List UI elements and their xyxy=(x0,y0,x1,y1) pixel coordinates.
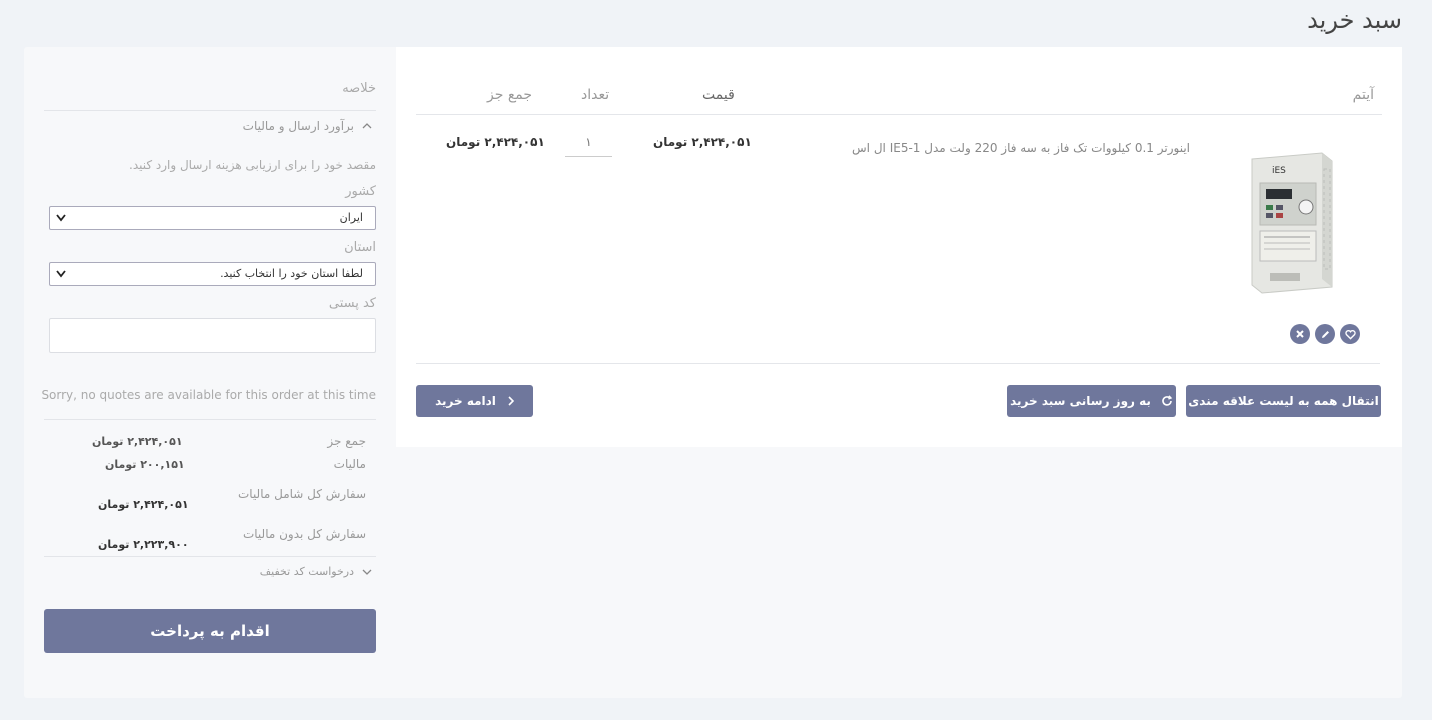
cart-items-panel: آیتم قیمت تعداد جمع جز iES اینورتر 0.1 ک… xyxy=(396,47,1402,447)
column-price: قیمت xyxy=(702,87,735,103)
column-item: آیتم xyxy=(1352,87,1374,103)
product-name-link[interactable]: اینورتر 0.1 کیلووات تک فاز به سه فاز 220… xyxy=(852,141,1190,155)
quantity-input[interactable]: ۱ xyxy=(565,127,612,157)
country-label: کشور xyxy=(345,184,376,199)
order-summary: خلاصه برآورد ارسال و مالیات مقصد خود را … xyxy=(41,47,376,698)
zip-label: کد پستی xyxy=(328,296,376,311)
shipping-toggle-label: برآورد ارسال و مالیات xyxy=(242,119,354,133)
product-image[interactable]: iES xyxy=(1244,149,1334,295)
total-incl-tax-value: ۲,۴۲۴,۰۵۱ تومان xyxy=(98,498,189,511)
item-actions xyxy=(1290,324,1360,344)
product-image-label: iES xyxy=(1272,166,1286,176)
shipping-toggle[interactable]: برآورد ارسال و مالیات xyxy=(243,119,372,133)
province-label: استان xyxy=(344,240,376,255)
subtotal-value: ۲,۴۲۴,۰۵۱ تومان xyxy=(92,435,183,448)
summary-divider xyxy=(44,556,376,557)
edit-icon[interactable] xyxy=(1315,324,1335,344)
refresh-icon xyxy=(1162,395,1173,406)
checkout-button[interactable]: اقدام به پرداخت xyxy=(44,609,376,653)
update-cart-label: به روز رسانی سبد خرید xyxy=(1010,394,1151,408)
total-incl-tax-label: سفارش کل شامل مالیات xyxy=(237,487,366,501)
row-divider xyxy=(416,363,1380,364)
discount-toggle[interactable]: درخواست کد تخفیف xyxy=(260,565,372,578)
product-subtotal: ۲,۴۲۴,۰۵۱ تومان xyxy=(446,135,545,149)
column-qty: تعداد xyxy=(581,87,610,103)
remove-icon[interactable] xyxy=(1290,324,1310,344)
chevron-down-icon xyxy=(362,569,372,575)
summary-divider xyxy=(44,110,376,111)
product-price: ۲,۴۲۴,۰۵۱ تومان xyxy=(653,135,752,149)
province-select[interactable]: لطفا استان خود را انتخاب کنید. xyxy=(49,262,376,286)
continue-shopping-label: ادامه خرید xyxy=(435,394,496,408)
cart-table-header: آیتم قیمت تعداد جمع جز xyxy=(416,77,1382,115)
checkout-label: اقدام به پرداخت xyxy=(150,622,270,640)
discount-toggle-label: درخواست کد تخفیف xyxy=(259,565,354,578)
move-to-wishlist-label: انتقال همه به لیست علاقه مندی xyxy=(1188,394,1379,408)
continue-shopping-button[interactable]: ادامه خرید xyxy=(416,385,533,417)
summary-title: خلاصه xyxy=(342,81,376,96)
total-excl-tax-value: ۲,۲۲۳,۹۰۰ تومان xyxy=(98,538,189,551)
province-value: لطفا استان خود را انتخاب کنید. xyxy=(220,267,363,280)
total-excl-tax-label: سفارش کل بدون مالیات xyxy=(242,527,366,541)
zip-input[interactable] xyxy=(49,318,376,353)
page-title: سبد خرید xyxy=(1307,6,1402,34)
chevron-left-icon xyxy=(508,396,514,406)
country-value: ایران xyxy=(339,211,363,224)
no-quotes-message: Sorry, no quotes are available for this … xyxy=(41,388,376,402)
chevron-down-icon xyxy=(56,270,66,278)
chevron-down-icon xyxy=(56,214,66,222)
country-select[interactable]: ایران xyxy=(49,206,376,230)
shipping-description: مقصد خود را برای ارزیابی هزینه ارسال وار… xyxy=(129,158,376,172)
chevron-up-icon xyxy=(362,123,372,129)
summary-divider xyxy=(44,419,376,420)
tax-label: مالیات xyxy=(333,457,366,471)
column-subtotal: جمع جز xyxy=(487,87,533,103)
subtotal-label: جمع جز xyxy=(327,434,366,448)
heart-icon[interactable] xyxy=(1340,324,1360,344)
tax-value: ۲۰۰,۱۵۱ تومان xyxy=(105,458,185,471)
update-cart-button[interactable]: به روز رسانی سبد خرید xyxy=(1007,385,1176,417)
move-to-wishlist-button[interactable]: انتقال همه به لیست علاقه مندی xyxy=(1186,385,1381,417)
